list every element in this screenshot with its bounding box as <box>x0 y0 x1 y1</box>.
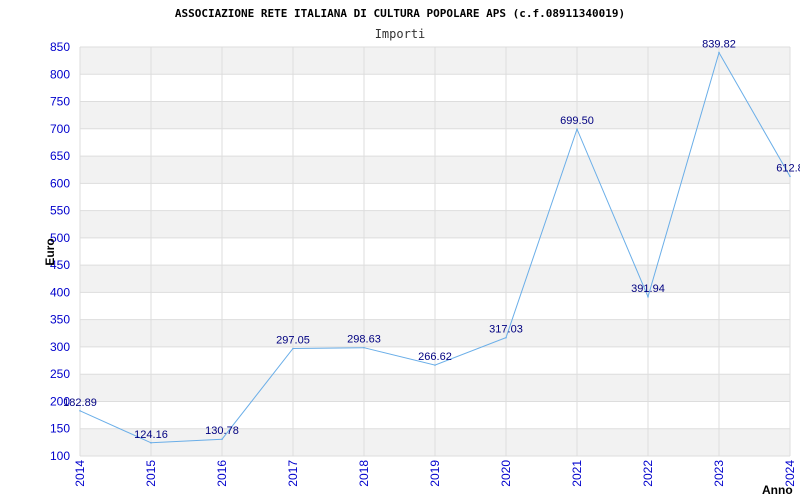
y-tick-label: 800 <box>50 67 70 81</box>
data-point <box>505 336 507 339</box>
y-tick-label: 300 <box>50 340 70 354</box>
data-point <box>221 438 223 441</box>
x-tick-label: 2017 <box>286 460 300 487</box>
chart-title: ASSOCIAZIONE RETE ITALIANA DI CULTURA PO… <box>175 7 625 20</box>
x-tick-label: 2018 <box>357 460 371 487</box>
data-label: 839.82 <box>702 39 736 51</box>
data-label: 699.50 <box>560 115 594 127</box>
data-label: 298.63 <box>347 334 381 346</box>
x-tick-label: 2014 <box>73 460 87 487</box>
y-tick-label: 550 <box>50 204 70 218</box>
x-tick-label: 2022 <box>641 460 655 487</box>
chart-subtitle: Importi <box>375 27 426 41</box>
y-tick-label: 650 <box>50 149 70 163</box>
data-label: 317.03 <box>489 324 523 336</box>
y-tick-label: 750 <box>50 95 70 109</box>
data-point <box>363 346 365 349</box>
data-point <box>647 295 649 298</box>
y-tick-label: 150 <box>50 422 70 436</box>
data-point <box>150 442 152 444</box>
y-tick-label: 600 <box>50 176 70 190</box>
data-label: 266.62 <box>418 351 452 363</box>
data-point <box>576 128 578 130</box>
data-label: 130.78 <box>205 425 239 437</box>
y-tick-label: 100 <box>50 449 70 463</box>
data-label: 612.8 <box>776 162 800 174</box>
data-label: 297.05 <box>276 335 310 347</box>
y-tick-label: 250 <box>50 367 70 381</box>
y-tick-label: 350 <box>50 313 70 327</box>
y-tick-label: 700 <box>50 122 70 136</box>
x-tick-label: 2021 <box>570 460 584 487</box>
y-axis-label: Euro <box>43 238 57 265</box>
data-point <box>292 347 294 350</box>
x-tick-label: 2016 <box>215 460 229 487</box>
y-tick-label: 850 <box>50 40 70 54</box>
data-point <box>789 175 791 178</box>
data-label: 182.89 <box>63 397 97 409</box>
y-tick-label: 400 <box>50 285 70 299</box>
x-axis-ticks: 2014 2015 2016 2017 2018 2019 2020 2021 2022 2023… <box>73 460 797 487</box>
line-chart: ASSOCIAZIONE RETE ITALIANA DI CULTURA PO… <box>43 7 800 497</box>
data-point <box>718 51 720 54</box>
data-label: 391.94 <box>631 283 665 295</box>
x-axis-label: Anno <box>762 483 793 497</box>
data-label: 124.16 <box>134 429 168 441</box>
data-point <box>79 409 81 412</box>
x-tick-label: 2015 <box>144 460 158 487</box>
x-tick-label: 2019 <box>428 460 442 487</box>
x-tick-label: 2023 <box>712 460 726 487</box>
x-tick-label: 2020 <box>499 460 513 487</box>
data-point <box>434 364 436 366</box>
